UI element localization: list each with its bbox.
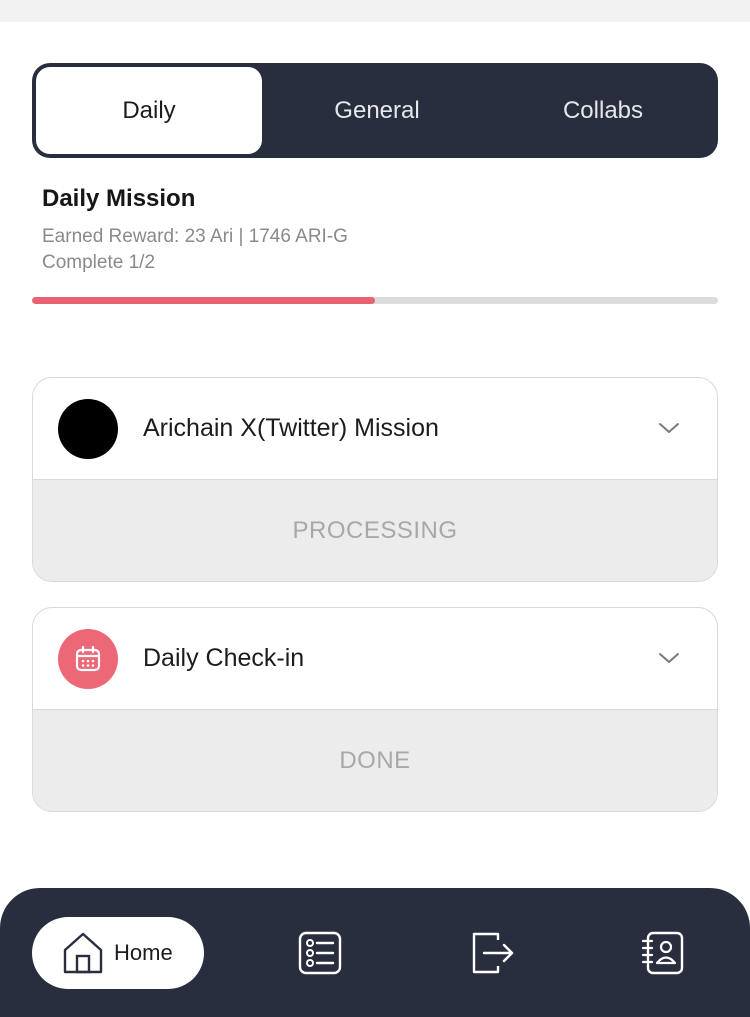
mission-tabs: Daily General Collabs — [32, 63, 718, 158]
tab-daily[interactable]: Daily — [34, 65, 264, 156]
daily-checkin-title: Daily Check-in — [143, 644, 305, 672]
daily-checkin-header[interactable]: Daily Check-in — [33, 608, 717, 710]
chevron-down-icon[interactable] — [657, 646, 681, 670]
nav-home-label: Home — [114, 940, 173, 965]
chevron-down-icon[interactable] — [657, 416, 681, 440]
tab-general[interactable]: General — [264, 65, 490, 156]
logout-icon[interactable] — [470, 930, 516, 976]
earned-reward-text: Earned Reward: 23 Ari | 1746 ARI-G — [42, 226, 348, 247]
twitter-mission-status: PROCESSING — [33, 480, 717, 581]
twitter-mission-card: Arichain X(Twitter) Mission PROCESSING — [32, 377, 718, 582]
list-icon[interactable] — [297, 930, 343, 976]
mission-title: Daily Mission — [42, 185, 196, 212]
mission-progress-bar — [32, 297, 718, 304]
contacts-icon[interactable] — [640, 930, 686, 976]
mission-progress-fill — [32, 297, 375, 304]
daily-checkin-status: DONE — [33, 710, 717, 811]
bottom-navigation: Home — [0, 888, 750, 1017]
x-twitter-avatar-icon — [58, 398, 118, 459]
home-icon — [63, 932, 103, 974]
status-strip — [0, 0, 750, 22]
nav-home-button[interactable]: Home — [32, 917, 204, 989]
twitter-mission-title: Arichain X(Twitter) Mission — [143, 414, 439, 442]
tab-collabs[interactable]: Collabs — [490, 65, 716, 156]
complete-count-text: Complete 1/2 — [42, 252, 156, 273]
twitter-mission-header[interactable]: Arichain X(Twitter) Mission — [33, 378, 717, 480]
daily-checkin-card: Daily Check-in DONE — [32, 607, 718, 812]
calendar-icon — [58, 628, 118, 689]
